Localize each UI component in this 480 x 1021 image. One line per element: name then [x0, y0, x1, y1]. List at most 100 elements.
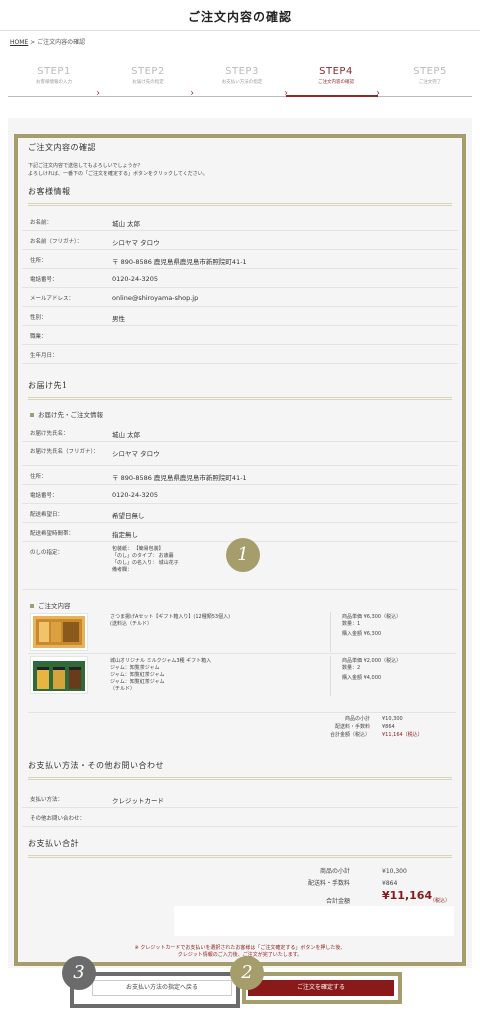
customer-heading: お客様情報 — [28, 187, 71, 196]
customer-row: 住所： 〒 890-8586 鹿児島県鹿児島市新照院町41-1 — [22, 250, 458, 269]
row-value: シロヤマ タロウ — [112, 450, 160, 458]
total-value: ¥11,164 — [382, 889, 433, 902]
shipping-value: ¥864 — [382, 724, 395, 730]
product-info-1: さつま揚げAセット【ギフト箱入り】(12種類53個入) (送料込（チルド） — [110, 614, 320, 628]
quantity: 数量：1 — [342, 621, 361, 627]
step-4-current: STEP4 ご注文内容の確認 — [290, 66, 382, 85]
row-key: お名前（フリガナ）： — [30, 239, 83, 245]
row-key: 電話番号： — [30, 277, 58, 283]
row-value: 城山 太郎 — [112, 431, 141, 439]
subtotal-value: ¥10,300 — [382, 716, 403, 722]
product-price-1: 商品単価 ¥6,300（税込） 数量：1 購入金額 ¥6,300 — [342, 614, 401, 638]
row-value: シロヤマ タロウ — [112, 239, 160, 247]
item-divider — [28, 712, 456, 713]
breadcrumb-home-link[interactable]: HOME — [10, 39, 28, 46]
shipping-value: ¥864 — [382, 880, 398, 887]
step-3: STEP3 お支払い方法の指定 — [196, 66, 288, 85]
white-block — [174, 906, 454, 936]
back-to-payment-button[interactable]: お支払い方法の指定へ戻る — [92, 980, 232, 996]
row-key: 電話番号： — [30, 493, 58, 499]
noshi-details: 包装紙： 【簡易包装】 「のし」のタイプ： お歳暮 「のし」の名入り： 城山花子… — [112, 546, 179, 574]
customer-row: 電話番号： 0120-24-3205 — [22, 269, 458, 288]
page-title: ご注文内容の確認 — [187, 10, 292, 24]
row-key: 配送希望時間帯： — [30, 531, 75, 537]
column-divider — [330, 656, 331, 696]
chevron-right-icon: › — [96, 88, 100, 99]
step-5: STEP5 ご注文完了 — [384, 66, 476, 85]
delivery-row: 配送希望日： 希望日無し — [22, 504, 458, 523]
subtotal-value: ¥10,300 — [382, 868, 407, 875]
step-1: STEP1 お客様情報の入力 — [8, 66, 100, 85]
confirm-order-button[interactable]: ご注文を確定する — [248, 980, 394, 996]
intro-line-1: 下記ご注文内容で送信してもよろしいでしょうか？ — [28, 163, 143, 169]
total-value: ¥11,164（税込） — [382, 732, 423, 738]
product-name[interactable]: さつま揚げAセット【ギフト箱入り】(12種類53個入) — [110, 614, 320, 621]
payment-totals: 商品の小計 ¥10,300 配送料・手数料 ¥864 合計金額 ¥11,164 （税込） — [260, 868, 450, 910]
chevron-right-icon: › — [376, 88, 380, 99]
product-name[interactable]: 城山オリジナル ミルクジャム3種 ギフト箱入 — [110, 658, 320, 665]
customer-row: 性別： 男性 — [22, 307, 458, 326]
total-label: 合計金額（税込） — [329, 732, 370, 738]
section-divider — [28, 855, 452, 858]
step-label: お届け先の指定 — [132, 80, 164, 85]
noshi-line: 「のし」のタイプ： お歳暮 — [112, 553, 174, 559]
payment-total-heading: お支払い合計 — [28, 839, 79, 848]
chevron-right-icon: › — [284, 88, 288, 99]
row-value: 希望日無し — [112, 512, 145, 520]
row-key: お届け先氏名（フリガナ）： — [30, 449, 99, 455]
section-divider — [28, 397, 452, 400]
square-bullet-icon — [30, 604, 34, 608]
step-number: STEP1 — [37, 66, 71, 77]
product-note: (送料込（チルド） — [110, 621, 152, 627]
product-option: ジャム：知覧茶ジャム — [110, 665, 160, 671]
breadcrumb: HOME > ご注文内容の確認 — [10, 37, 85, 46]
delivery-row: お届け先氏名： 城山 太郎 — [22, 423, 458, 442]
section-divider — [28, 203, 452, 206]
step-number: STEP4 — [319, 66, 353, 77]
line-amount: 購入金額 ¥4,000 — [342, 675, 382, 681]
square-bullet-icon — [30, 413, 34, 417]
row-key: 住所： — [30, 258, 47, 264]
item-divider — [28, 653, 456, 654]
steps-baseline — [8, 96, 472, 97]
subtotal-label: 商品の小計 — [344, 716, 370, 722]
customer-row: 職業： — [22, 326, 458, 345]
row-value: 男性 — [112, 315, 125, 323]
product-image-jam[interactable] — [30, 656, 88, 694]
payment-row: 支払い方法： クレジットカード — [22, 789, 458, 808]
notice-line-1: ※ クレジットカードでお支払いを選択されたお客様は「ご注文確定する」ボタンを押し… — [134, 945, 346, 951]
row-value: 0120-24-3205 — [112, 275, 159, 283]
customer-section-header: お客様情報 — [28, 186, 452, 206]
row-key: 生年月日： — [30, 353, 58, 359]
product-image-satsuma[interactable] — [30, 613, 88, 651]
header-divider — [0, 30, 480, 31]
confirm-section: ご注文内容の確認 下記ご注文内容で送信してもよろしいでしょうか？ よろしければ、… — [28, 142, 452, 178]
row-key: お名前： — [30, 220, 53, 226]
row-key: メールアドレス： — [30, 296, 75, 302]
unit-price: 商品単価 ¥2,000（税込） — [342, 658, 402, 664]
order-subheading: ご注文内容 — [30, 600, 71, 610]
row-value: online@shiroyama-shop.jp — [112, 294, 199, 302]
product-info-2: 城山オリジナル ミルクジャム3種 ギフト箱入 ジャム：知覧茶ジャム ジャム：知覧… — [110, 658, 320, 693]
delivery-section-header: お届け先1 — [28, 380, 452, 400]
delivery-heading: お届け先1 — [28, 381, 68, 390]
subtotal-label: 商品の小計 — [319, 868, 350, 875]
annotation-badge-3: 3 — [62, 956, 96, 990]
total-tax-note: （税込） — [430, 898, 451, 904]
total-label: 合計金額 — [325, 898, 350, 905]
noshi-line: 包装紙： 【簡易包装】 — [112, 546, 164, 552]
subheading-text: お届け先・ご注文情報 — [38, 411, 103, 419]
customer-row: 生年月日： — [22, 345, 458, 364]
steps-active-line — [286, 95, 378, 97]
step-label: ご注文完了 — [418, 80, 442, 85]
step-2: STEP2 お届け先の指定 — [102, 66, 194, 85]
row-value: クレジットカード — [112, 797, 164, 805]
step-number: STEP5 — [413, 66, 447, 77]
chevron-right-icon: › — [190, 88, 194, 99]
confirm-intro: 下記ご注文内容で送信してもよろしいでしょうか？ よろしければ、一番下の「ご注文を… — [28, 162, 452, 178]
annotation-badge-2: 2 — [230, 956, 264, 990]
row-key: 性別： — [30, 315, 47, 321]
step-label: ご注文内容の確認 — [318, 80, 354, 85]
product-option: ジャム：知覧紅茶ジャム — [110, 672, 165, 678]
delivery-row: 住所： 〒 890-8586 鹿児島県鹿児島市新照院町41-1 — [22, 466, 458, 485]
